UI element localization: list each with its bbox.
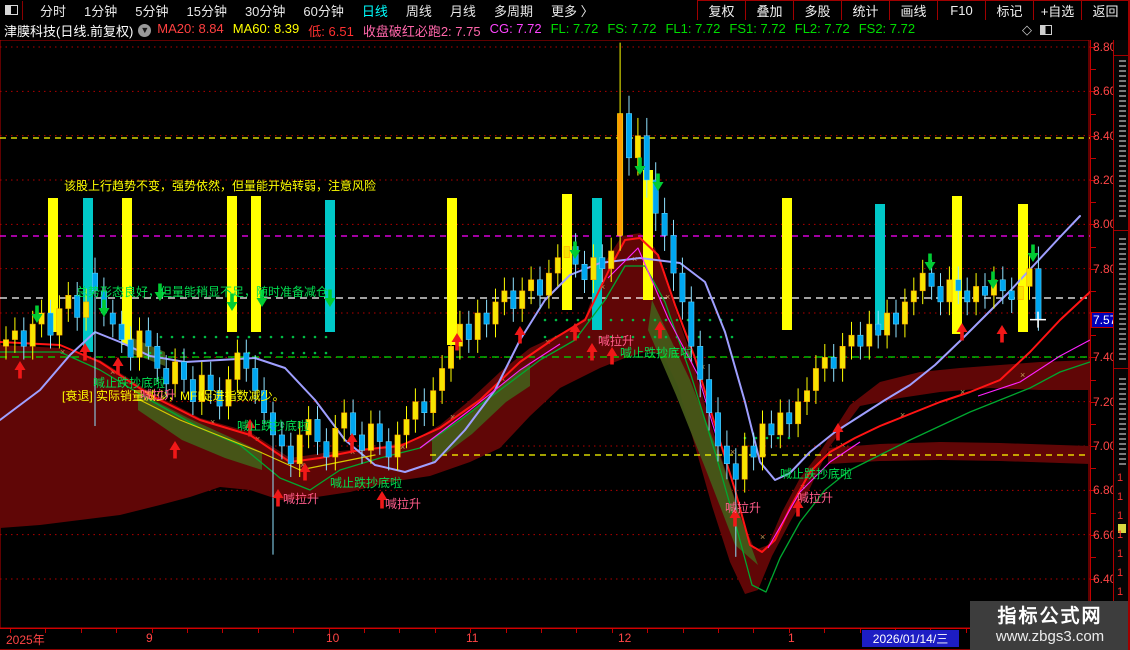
period-tab[interactable]: 5分钟 (126, 0, 177, 22)
chevron-down-icon[interactable]: ▼ (138, 23, 152, 37)
toolbar-button[interactable]: 画线 (889, 0, 937, 21)
indicator-value: FS1: 7.72 (729, 20, 786, 36)
time-axis-label: 11 (466, 631, 479, 645)
chart-annotation-text: 喊止跌抄底啦 (237, 419, 310, 433)
indicator-value: MA60: 8.39 (232, 20, 300, 36)
indicator-value: FL: 7.72 (550, 20, 599, 36)
indicator-value: FL2: 7.72 (794, 20, 850, 36)
period-tab[interactable]: 月线 (441, 0, 485, 22)
chart-annotation-text: 喊拉升 (140, 388, 177, 402)
time-axis: 2025年 9 10 11 12 1 2026/01/14/三 (0, 628, 1113, 650)
period-tabs: 分时 1分钟 5分钟 15分钟 30分钟 60分钟 日线 周线 月线 多周期 更多 〉 (31, 0, 603, 22)
indicator-value: 收盘破红必跑2: 7.75 (362, 23, 481, 39)
time-axis-label: 9 (146, 631, 153, 645)
period-tab[interactable]: 15分钟 (177, 0, 235, 22)
period-tab[interactable]: 更多 〉 (542, 0, 603, 22)
toolbar-button[interactable]: F10 (937, 0, 985, 21)
window-panel-toggle[interactable] (0, 0, 23, 20)
toolbar-button[interactable]: 多股 (793, 0, 841, 21)
watermark-url: www.zbgs3.com (995, 627, 1105, 645)
period-tab[interactable]: 60分钟 (294, 0, 352, 22)
period-tab[interactable]: 日线 (353, 0, 397, 22)
period-tab[interactable]: 1分钟 (75, 0, 126, 22)
time-axis-label: 2025年 (6, 633, 45, 647)
indicator-value: FS2: 7.72 (858, 20, 916, 36)
time-axis-label: 12 (618, 631, 632, 645)
indicator-info-bar: 津膜科技(日线.前复权) ▼ MA20: 8.84 MA60: 8.39 低: 6.… (0, 20, 1130, 40)
chart-annotation-text: 喊止跌抄底啦 (620, 346, 693, 360)
band-texture-mark: × (665, 292, 670, 302)
app-window: { "topbar": { "tabs": ["分时","1分钟","5分钟",… (0, 0, 1130, 650)
toolbar-button[interactable]: 复权 (697, 0, 745, 21)
chart-annotation-text: 喊止跌抄底啦 (780, 467, 853, 481)
indicator-value: MA20: 8.84 (157, 20, 224, 36)
diamond-icon[interactable]: ◇ (1022, 22, 1032, 38)
indicator-values: MA20: 8.84 MA60: 8.39 低: 6.51 收盘破红必跑2: 7.75… (157, 21, 915, 40)
last-price-badge: 7.57 (1091, 311, 1117, 328)
chart-annotation-text: 喊拉升 (283, 492, 320, 506)
chart-annotation-text: 喊拉升 (725, 501, 762, 515)
toolbar-button[interactable]: 标记 (985, 0, 1033, 21)
chart-annotation-text: 喊拉升 (385, 497, 422, 511)
period-tab[interactable]: 周线 (397, 0, 441, 22)
toolbar-buttons: 复权 叠加 多股 统计 画线 F10 标记 +自选 返回 (697, 0, 1130, 21)
current-date-badge: 2026/01/14/三 (862, 630, 959, 647)
band-texture-mark: × (210, 417, 215, 427)
indicator-value: FS: 7.72 (607, 20, 657, 36)
split-view-icon[interactable] (1040, 25, 1052, 35)
period-tab[interactable]: 分时 (31, 0, 75, 22)
watermark-title: 指标公式网 (997, 605, 1103, 627)
candlestick-chart-canvas[interactable]: ×××××××××××××××××××××× (0, 0, 1090, 650)
toolbar-button[interactable]: 统计 (841, 0, 889, 21)
time-axis-label: 10 (326, 631, 340, 645)
toolbar-button[interactable]: 返回 (1081, 0, 1130, 21)
toolbar-button[interactable]: +自选 (1033, 0, 1081, 21)
top-toolbar: 分时 1分钟 5分钟 15分钟 30分钟 60分钟 日线 周线 月线 多周期 更多 〉 复权 叠加 多股… (0, 0, 1130, 21)
indicator-value: CG: 7.72 (489, 20, 542, 36)
period-tab[interactable]: 30分钟 (236, 0, 294, 22)
band-texture-mark: × (760, 532, 765, 542)
indicator-value: FL1: 7.72 (665, 20, 721, 36)
watermark-box: 指标公式网 www.zbgs3.com (970, 601, 1130, 650)
chart-annotation-text: 总势形态良好，但量能稍显不足，随时准备减仓 (76, 285, 329, 299)
toolbar-button[interactable]: 叠加 (745, 0, 793, 21)
panel-layout-icon (4, 5, 18, 15)
time-axis-label: 1 (788, 631, 795, 645)
period-tab[interactable]: 多周期 (485, 0, 542, 22)
price-axis: 8.80 8.60 8.40 8.20 8.00 7.80 7.40 7.20 7.00 6.80… (1090, 40, 1117, 628)
symbol-title: 津膜科技(日线.前复权) (4, 23, 134, 39)
chart-annotation-text: 该股上行趋势不变，强势依然，但量能开始转弱，注意风险 (64, 179, 377, 193)
chart-annotation-text: 喊拉升 (797, 491, 834, 505)
chart-annotation-text: 喊止跌抄底啦 (330, 476, 403, 490)
indicator-value: 低: 6.51 (308, 23, 354, 39)
